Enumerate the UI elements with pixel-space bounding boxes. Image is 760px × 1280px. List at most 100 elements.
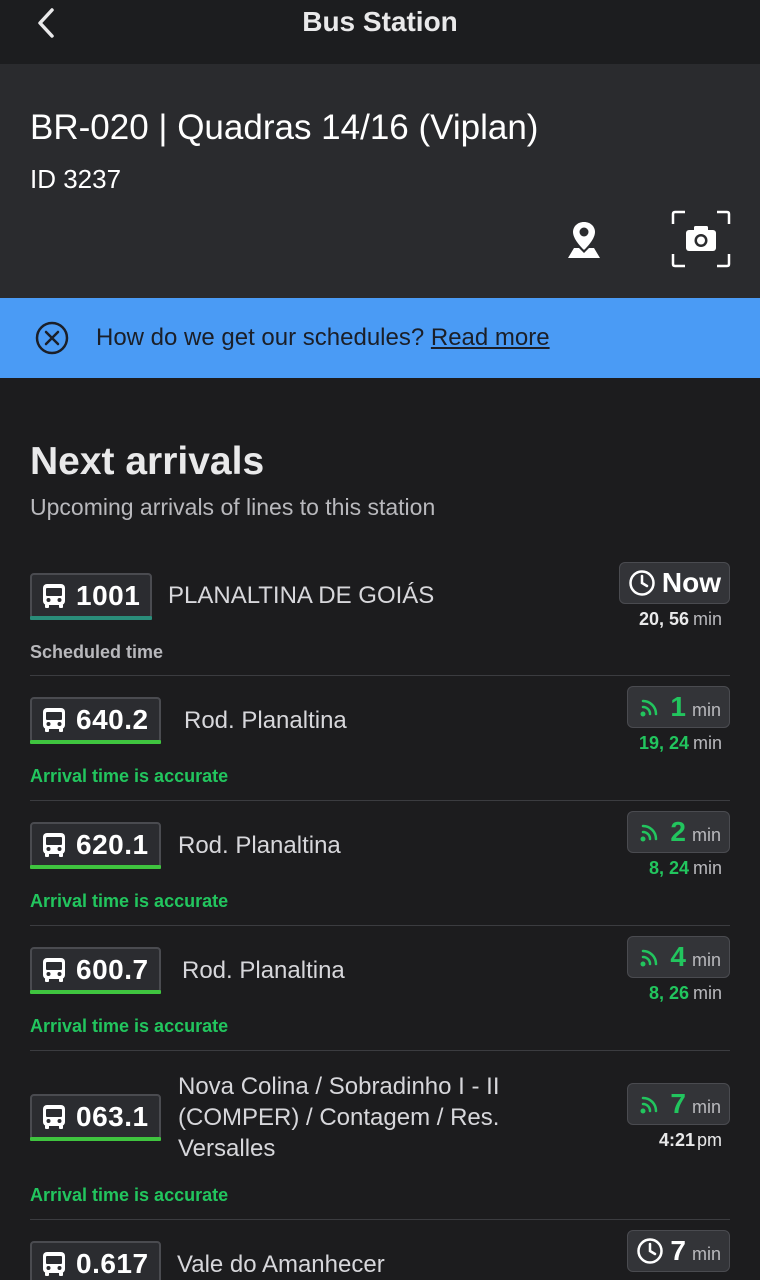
close-circle-icon [35, 321, 69, 355]
section-subtitle: Upcoming arrivals of lines to this stati… [30, 494, 436, 520]
arrival-row[interactable]: 0.617 Vale do Amanhecer 7 min [30, 1230, 730, 1280]
camera-button[interactable] [671, 210, 731, 268]
bus-icon [43, 1105, 65, 1129]
next-times: 8, 24 min [649, 858, 722, 879]
bus-icon [43, 708, 65, 732]
map-button[interactable] [562, 218, 606, 262]
clock-icon [629, 570, 655, 596]
next-times: 20, 56 min [639, 609, 722, 630]
eta-value: 1 [670, 691, 686, 722]
status-note: Arrival time is accurate [30, 891, 229, 911]
line-number: 1001 [76, 580, 141, 611]
realtime-signal-icon [640, 1096, 658, 1114]
next-times: 4:21 pm [659, 1130, 722, 1151]
destination: PLANALTINA DE GOIÁS [168, 582, 435, 609]
status-note: Arrival time is accurate [30, 766, 229, 786]
destination: Rod. Planaltina [184, 707, 347, 734]
eta-unit: min [691, 1096, 721, 1117]
station-id: ID 3237 [30, 164, 122, 194]
line-badge: 620.1 [30, 822, 161, 869]
destination: Vale do Amanhecer [177, 1251, 385, 1278]
divider [30, 800, 730, 801]
bus-icon [43, 584, 65, 608]
top-app-bar: Bus Station [0, 0, 760, 64]
station-header: BR-020 | Quadras 14/16 (Viplan) ID 3237 [0, 64, 760, 298]
bus-icon [43, 958, 65, 982]
arrival-row[interactable]: 620.1 Rod. Planaltina 2 min 8, 24 min Arr… [30, 811, 730, 926]
line-badge: 063.1 [30, 1094, 161, 1141]
eta-value: Now [661, 567, 721, 598]
line-number: 600.7 [76, 954, 149, 985]
section-title: Next arrivals [30, 440, 265, 483]
page-title: Bus Station [302, 6, 458, 37]
destination: Nova Colina / Sobradinho I - II (COMPER)… [178, 1073, 500, 1162]
arrival-row[interactable]: 063.1 Nova Colina / Sobradinho I - II (C… [30, 1061, 730, 1220]
next-times-unit: min [692, 983, 722, 1003]
realtime-signal-icon [640, 824, 658, 842]
eta-unit: min [691, 699, 721, 720]
line-underline [30, 865, 161, 869]
eta-unit: min [691, 949, 721, 970]
eta-badge: 7 min [627, 1083, 730, 1125]
clock-icon [637, 1238, 664, 1264]
line-underline [30, 616, 153, 620]
next-times-unit: min [692, 858, 722, 878]
divider [30, 1050, 730, 1051]
next-times: 8, 26 min [649, 983, 722, 1004]
eta-value: 2 [670, 816, 686, 847]
next-times-values: 8, 24 [648, 858, 689, 878]
line-number: 620.1 [76, 829, 149, 860]
status-note: Arrival time is accurate [30, 1185, 229, 1205]
line-number: 0.617 [76, 1248, 149, 1279]
arrival-row[interactable]: 640.2 Rod. Planaltina 1 min 19, 24 min Ar… [30, 686, 730, 801]
next-times: 19, 24 min [639, 733, 722, 754]
realtime-signal-icon [640, 699, 658, 717]
banner-message: How do we get our schedules? Read more [96, 324, 550, 352]
next-times-values: 19, 24 [638, 733, 689, 753]
read-more-link[interactable]: Read more [431, 324, 550, 351]
banner-text: How do we get our schedules? [96, 324, 425, 351]
next-times-values: 8, 26 [648, 983, 689, 1003]
eta-badge: 1 min [627, 686, 730, 728]
bus-icon [43, 1252, 65, 1276]
eta-badge: 7 min [627, 1230, 730, 1272]
next-times-unit: pm [696, 1130, 722, 1150]
line-number: 063.1 [76, 1101, 149, 1132]
divider [30, 675, 730, 676]
next-times-values: 4:21 [658, 1130, 695, 1150]
eta-value: 4 [670, 941, 686, 972]
realtime-signal-icon [640, 949, 658, 967]
line-badge: 1001 [30, 573, 153, 620]
camera-icon [671, 210, 731, 268]
next-times-unit: min [692, 733, 722, 753]
next-times-unit: min [692, 609, 722, 629]
divider [30, 1219, 730, 1220]
line-number: 640.2 [76, 704, 149, 735]
line-badge: 600.7 [30, 947, 161, 994]
banner-close-button[interactable] [34, 320, 70, 356]
status-note: Arrival time is accurate [30, 1016, 229, 1036]
eta-unit: min [691, 824, 721, 845]
line-underline [30, 740, 161, 744]
info-banner: How do we get our schedules? Read more [0, 298, 760, 378]
line-underline [30, 1137, 161, 1141]
line-badge: 640.2 [30, 697, 161, 744]
next-times-values: 20, 56 [638, 609, 689, 629]
eta-badge: 4 min [627, 936, 730, 978]
arrival-row[interactable]: 1001 PLANALTINA DE GOIÁS Now 20, 56 min S… [30, 562, 730, 676]
destination: Rod. Planaltina [178, 832, 341, 859]
line-badge: 0.617 [30, 1241, 161, 1280]
status-note: Scheduled time [30, 642, 164, 662]
eta-badge: 2 min [627, 811, 730, 853]
bus-icon [43, 833, 65, 857]
destination: Rod. Planaltina [182, 957, 345, 984]
arrival-row[interactable]: 600.7 Rod. Planaltina 4 min 8, 26 min Arr… [30, 936, 730, 1051]
line-underline [30, 990, 161, 994]
map-pin-icon [568, 222, 600, 258]
station-name: BR-020 | Quadras 14/16 (Viplan) [30, 108, 539, 147]
eta-value: 7 [670, 1088, 686, 1119]
eta-value: 7 [670, 1235, 686, 1266]
eta-unit: min [691, 1243, 721, 1264]
eta-badge: Now [618, 562, 730, 604]
divider [30, 925, 730, 926]
